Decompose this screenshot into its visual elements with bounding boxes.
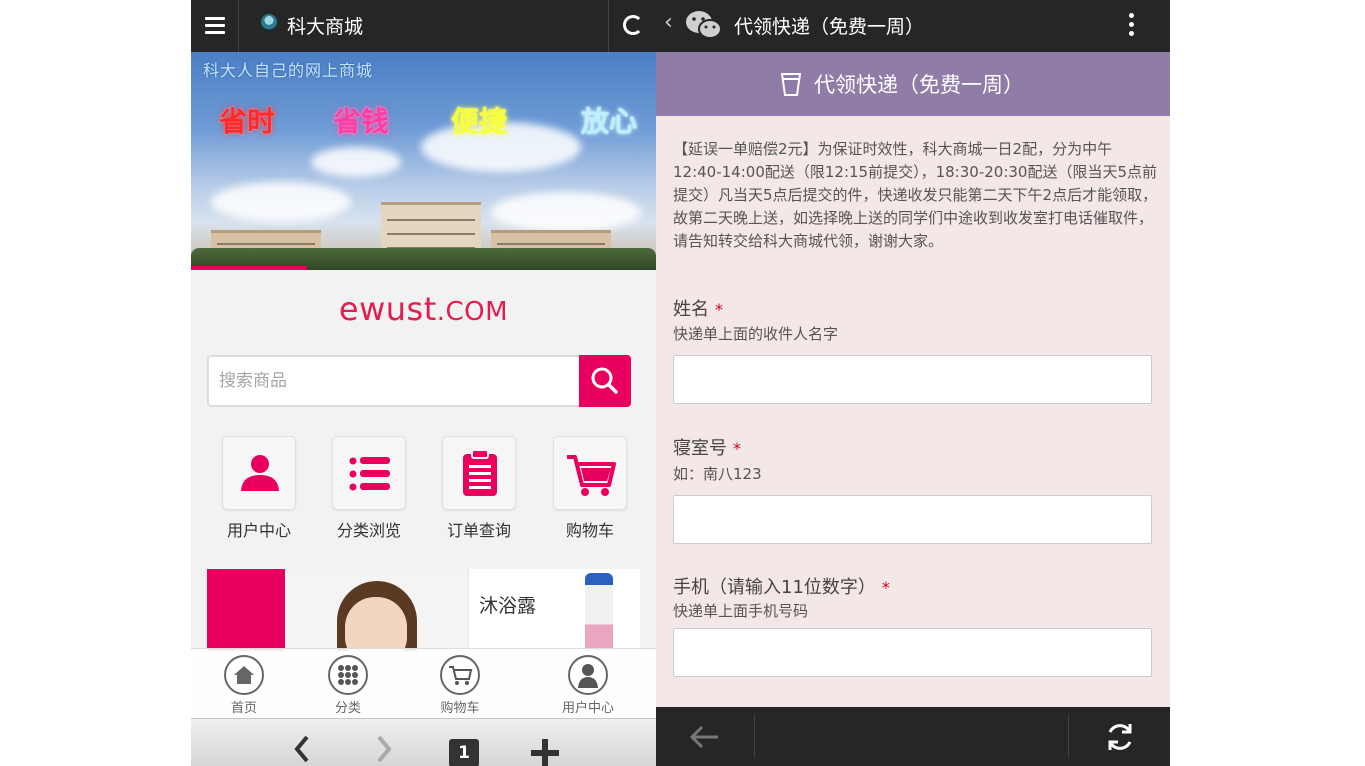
dorm-input[interactable] — [673, 495, 1152, 544]
logo-main: ewust — [338, 290, 437, 328]
top-bar: 科大商城 — [191, 0, 656, 52]
top-bar: ‹ 代领快递（免费一周） — [656, 0, 1170, 52]
menu-icon — [205, 17, 225, 20]
nav-cart[interactable]: 购物车 — [415, 655, 505, 716]
banner-keyword: 省钱 — [333, 105, 390, 138]
quick-link-label: 购物车 — [565, 521, 614, 540]
browser-back-icon[interactable] — [287, 731, 317, 766]
quick-link-label: 订单查询 — [446, 521, 511, 540]
divider — [1068, 715, 1069, 757]
phone-field-hint: 快递单上面手机号码 — [673, 602, 809, 620]
product-name: 沐浴露 — [479, 595, 537, 617]
name-input[interactable] — [673, 355, 1152, 404]
form-header: 代领快递（免费一周） — [656, 52, 1170, 116]
phone-input[interactable] — [673, 628, 1152, 677]
nav-label: 首页 — [230, 701, 257, 716]
required-marker: * — [881, 578, 890, 597]
cloud — [491, 192, 641, 232]
refresh-icon — [623, 15, 643, 35]
user-icon — [568, 655, 608, 695]
logo-suffix: .COM — [436, 297, 509, 327]
search-bar — [207, 355, 631, 407]
cloud — [311, 147, 401, 177]
banner-keyword: 便捷 — [451, 105, 508, 138]
nav-label: 购物车 — [440, 701, 480, 716]
name-field-hint: 快递单上面的收件人名字 — [673, 325, 839, 343]
banner-progress-indicator — [191, 266, 308, 270]
nav-category[interactable]: 分类 — [303, 655, 393, 716]
new-tab-icon[interactable] — [529, 737, 561, 766]
app-title: 科大商城 — [287, 16, 364, 38]
more-icon-dot — [1129, 31, 1134, 36]
quick-link-label: 分类浏览 — [336, 521, 401, 540]
home-icon — [224, 655, 264, 695]
label-text: 姓名 — [673, 299, 709, 320]
refresh-icon[interactable] — [1103, 720, 1137, 754]
bottom-nav: 首页 分类 购物车 用户中心 — [191, 648, 656, 718]
grid-icon — [328, 655, 368, 695]
product-tile-model[interactable] — [285, 569, 467, 651]
form-title: 代领快递（免费一周） — [814, 73, 1024, 97]
site-logo-icon — [261, 14, 277, 30]
search-input[interactable] — [219, 357, 569, 405]
more-icon-dot — [1129, 22, 1134, 27]
clipboard-icon — [463, 449, 497, 496]
left-phone-screen: 科大商城 科大人自己的网上商城 省时 省钱 便捷 放心 ewust.COM 搜索… — [191, 0, 656, 766]
search-icon — [591, 367, 618, 394]
quick-link-user-center[interactable] — [222, 436, 296, 510]
menu-button[interactable] — [191, 0, 239, 52]
nav-label: 分类 — [334, 701, 361, 716]
cup-icon — [780, 73, 802, 96]
more-icon — [1129, 13, 1134, 18]
cart-icon — [567, 455, 616, 496]
product-tile-body-wash[interactable]: 沐浴露 — [468, 569, 640, 651]
label-text: 手机（请输入11位数字） — [673, 577, 876, 598]
wechat-icon — [686, 11, 722, 39]
name-field-label: 姓名 * — [673, 295, 723, 321]
search-button[interactable] — [579, 355, 631, 407]
browser-forward-icon[interactable] — [369, 731, 399, 766]
required-marker: * — [715, 300, 723, 319]
quick-link-cart[interactable] — [553, 436, 627, 510]
required-marker: * — [733, 439, 741, 458]
nav-user-center[interactable]: 用户中心 — [543, 655, 633, 716]
site-logo-text: ewust.COM — [191, 290, 656, 328]
nav-label: 用户中心 — [561, 701, 614, 716]
dorm-field-hint: 如：南八123 — [673, 465, 762, 483]
reload-button[interactable] — [608, 0, 656, 52]
nav-home[interactable]: 首页 — [199, 655, 289, 716]
bottom-toolbar — [656, 707, 1170, 766]
menu-icon-line — [205, 24, 225, 27]
right-phone-screen: ‹ 代领快递（免费一周） 代领快递（免费一周） 【延误一单赔偿2元】为保证时效性… — [656, 0, 1170, 766]
quick-link-category[interactable] — [332, 436, 406, 510]
divider — [754, 715, 755, 757]
cloud — [211, 182, 351, 222]
phone-field-label: 手机（请输入11位数字） * — [673, 573, 890, 599]
label-text: 寝室号 — [673, 438, 727, 459]
list-icon — [349, 457, 390, 491]
product-tile-accent[interactable] — [207, 569, 285, 651]
delivery-notice: 【延误一单赔偿2元】为保证时效性，科大商城一日2配，分为中午12:40-14:0… — [673, 140, 1158, 250]
user-icon — [241, 455, 279, 491]
quick-link-label: 用户中心 — [226, 521, 291, 540]
tab-count-button[interactable]: 1 — [449, 739, 479, 766]
model-face — [345, 597, 407, 651]
page-title: 代领快递（免费一周） — [734, 16, 925, 38]
banner-keyword: 放心 — [581, 105, 638, 138]
product-bottle — [585, 573, 613, 651]
cart-icon — [440, 655, 480, 695]
back-arrow-icon[interactable] — [688, 722, 722, 752]
dorm-field-label: 寝室号 * — [673, 434, 741, 460]
back-button[interactable]: ‹ — [664, 10, 673, 35]
browser-toolbar: 1 — [191, 718, 656, 766]
menu-icon-line — [205, 31, 225, 34]
banner-slogan: 科大人自己的网上商城 — [203, 61, 374, 80]
promo-banner[interactable]: 科大人自己的网上商城 省时 省钱 便捷 放心 — [191, 52, 656, 270]
quick-link-orders[interactable] — [442, 436, 516, 510]
banner-keyword: 省时 — [219, 105, 276, 138]
